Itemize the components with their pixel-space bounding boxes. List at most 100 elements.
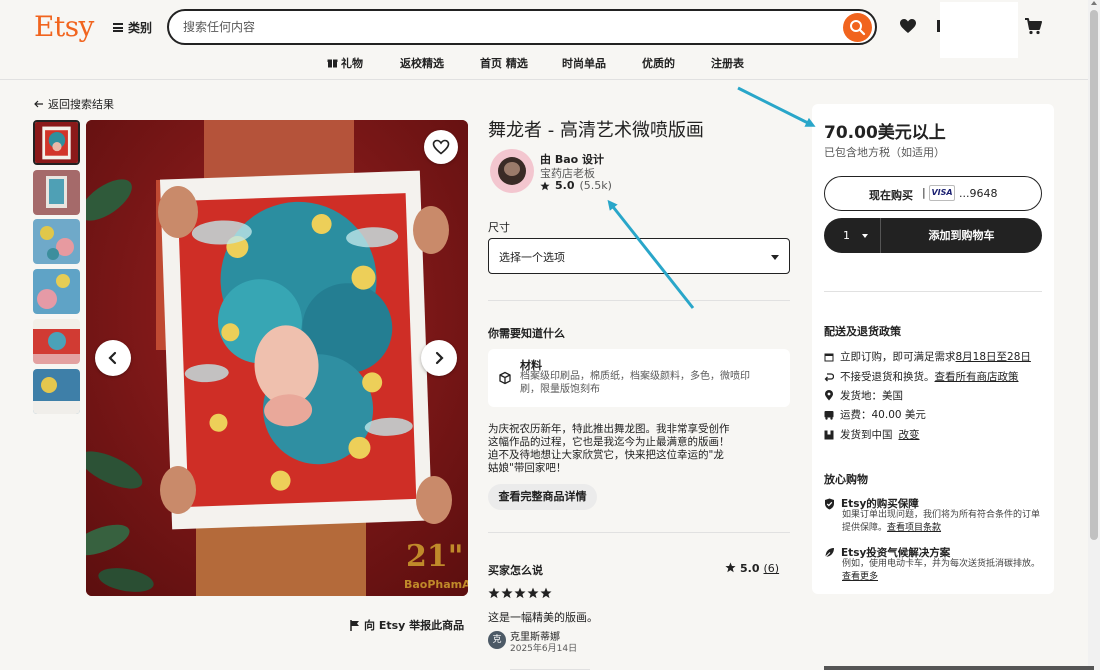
cart-icon[interactable] [1024, 17, 1042, 35]
shop-rating[interactable]: 5.0 (5.5k) [540, 179, 612, 192]
gift-icon [327, 59, 338, 68]
category-nav: 礼物 返校精选 首页 精选 时尚单品 优质的 注册表 [0, 55, 1088, 71]
thumbnail-4[interactable] [33, 269, 80, 314]
program-terms-link[interactable]: 查看项目条款 [887, 523, 941, 533]
product-main-image[interactable]: 21" x BaoPhamArt [86, 120, 468, 596]
location-icon [825, 390, 833, 401]
nav-item-registry[interactable]: 注册表 [711, 55, 744, 71]
thumbnail-5[interactable] [33, 319, 80, 364]
full-details-button[interactable]: 查看完整商品详情 [488, 484, 597, 510]
delivery-date-link[interactable]: 8月18日至28日 [956, 349, 1031, 364]
categories-button[interactable]: 类别 [113, 19, 152, 36]
search-icon [850, 20, 866, 36]
shield-icon [825, 498, 834, 509]
buy-now-separator: | [922, 186, 926, 199]
review-stars [488, 587, 552, 599]
shipping-policy-title: 配送及退货政策 [824, 325, 901, 338]
leaf-icon [825, 548, 834, 558]
shop-rating-count: (5.5k) [579, 179, 612, 192]
review-text: 这是一幅精美的版画。 [488, 611, 598, 624]
nav-item-home[interactable]: 首页 精选 [480, 55, 528, 71]
star-icon [501, 587, 513, 599]
buy-now-button[interactable]: 现在购买 | VISA ...9648 [824, 176, 1042, 211]
policy-text: 发货到中国 [840, 429, 893, 441]
policy-item-returns: 不接受退货和换货。 查看所有商店政策 [824, 369, 1019, 384]
reviews-rating-count: (6) [763, 562, 780, 575]
trust-title: 放心购物 [824, 473, 868, 486]
policy-item-origin: 发货地：美国 [824, 388, 903, 403]
size-label: 尺寸 [488, 221, 510, 234]
scroll-up-arrow[interactable] [1091, 1, 1097, 5]
caret-down-icon [862, 234, 868, 238]
quantity-value: 1 [843, 229, 850, 242]
scrollbar-thumb[interactable] [1090, 10, 1098, 540]
size-select-value: 选择一个选项 [499, 251, 565, 264]
truck-icon [824, 410, 834, 420]
back-to-search-link[interactable]: 返回搜索结果 [34, 96, 114, 112]
add-to-cart-button[interactable]: 添加到购物车 [881, 218, 1042, 253]
arrow-to-price [737, 86, 816, 127]
reviews-rating[interactable]: 5.0 (6) [725, 562, 779, 575]
see-more-link[interactable]: 查看更多 [842, 572, 878, 582]
trust-item-desc: 例如，使用电动卡车，并为每次送货抵消碳排放。 [842, 559, 1041, 569]
visa-card-icon: VISA [929, 185, 955, 201]
review-date: 2025年6月14日 [510, 644, 578, 654]
product-description: 为庆祝农历新年，特此推出舞龙图。我非常享受创作这幅作品的过程，它也是我迄今为止最… [488, 423, 730, 474]
favorite-button[interactable] [424, 130, 458, 164]
star-icon [514, 587, 526, 599]
report-item-link[interactable]: 向 Etsy 举报此商品 [350, 617, 464, 633]
heart-icon[interactable] [899, 18, 917, 34]
heart-outline-icon [432, 139, 450, 155]
search-bar [167, 9, 877, 45]
thumbnail-3[interactable] [33, 219, 80, 264]
image-watermark: BaoPhamArt [404, 578, 468, 591]
thumbnail-2[interactable] [33, 170, 80, 215]
redacted-area [940, 2, 1018, 58]
nav-item-fashion[interactable]: 时尚单品 [562, 55, 606, 71]
etsy-logo[interactable]: Etsy [34, 10, 94, 43]
product-title: 舞龙者 - 高清艺术微喷版画 [488, 120, 704, 141]
thumbnail-6[interactable] [33, 369, 80, 414]
image-size-caption: 21" x [406, 539, 468, 574]
card-last-digits: ...9648 [959, 187, 998, 200]
header: Etsy 类别 礼物 返校精选 首页 精选 时尚单品 优质 [0, 0, 1088, 80]
quantity-select[interactable]: 1 [824, 218, 880, 253]
material-card: 材料 档案级印刷品，棉质纸，档案级颜料，多色，微喷印刷，限量版饱刻布 [488, 349, 790, 407]
price: 70.00美元以上 [824, 123, 946, 143]
thumbnail-1[interactable] [33, 120, 80, 165]
policy-text: 不接受退货和换货。 [840, 371, 935, 383]
search-button[interactable] [843, 13, 872, 42]
divider [488, 532, 790, 533]
arrow-left-icon [34, 100, 43, 108]
calendar-icon [824, 353, 834, 361]
policy-item-destination: 发货到中国 改变 [824, 427, 920, 442]
report-label: 向 Etsy 举报此商品 [364, 619, 465, 632]
know-section-title: 你需要知道什么 [488, 327, 565, 340]
box-icon [499, 371, 511, 385]
policy-text: 立即订购，即可满足需求 [840, 351, 956, 363]
material-desc: 档案级印刷品，棉质纸，档案级颜料，多色，微喷印刷，限量版饱刻布 [520, 371, 750, 395]
nav-item-gifts[interactable]: 礼物 [327, 55, 363, 71]
search-input[interactable] [183, 18, 823, 36]
star-icon [488, 587, 500, 599]
shop-avatar[interactable] [490, 149, 534, 193]
shop-rating-score: 5.0 [555, 179, 575, 192]
bottom-edge-bar [824, 666, 1094, 670]
tax-note: 已包含地方税（如适用） [824, 146, 945, 159]
menu-icon [113, 23, 123, 32]
nav-item-back-to-school[interactable]: 返校精选 [400, 55, 444, 71]
prev-image-button[interactable] [95, 340, 131, 376]
caret-down-icon [771, 255, 779, 260]
star-icon [725, 562, 736, 573]
size-select[interactable]: 选择一个选项 [488, 238, 790, 274]
nav-item-premium[interactable]: 优质的 [642, 55, 675, 71]
chevron-left-icon [108, 351, 117, 365]
change-destination-link[interactable]: 改变 [899, 427, 920, 442]
climate-desc: 例如，使用电动卡车，并为每次送货抵消碳排放。查看更多 [842, 558, 1047, 584]
policy-text: 发货地：美国 [840, 390, 903, 402]
shop-policy-link[interactable]: 查看所有商店政策 [935, 369, 1019, 384]
divider [488, 300, 790, 301]
package-icon [824, 430, 834, 439]
buy-now-label: 现在购买 [869, 189, 913, 202]
next-image-button[interactable] [421, 340, 457, 376]
